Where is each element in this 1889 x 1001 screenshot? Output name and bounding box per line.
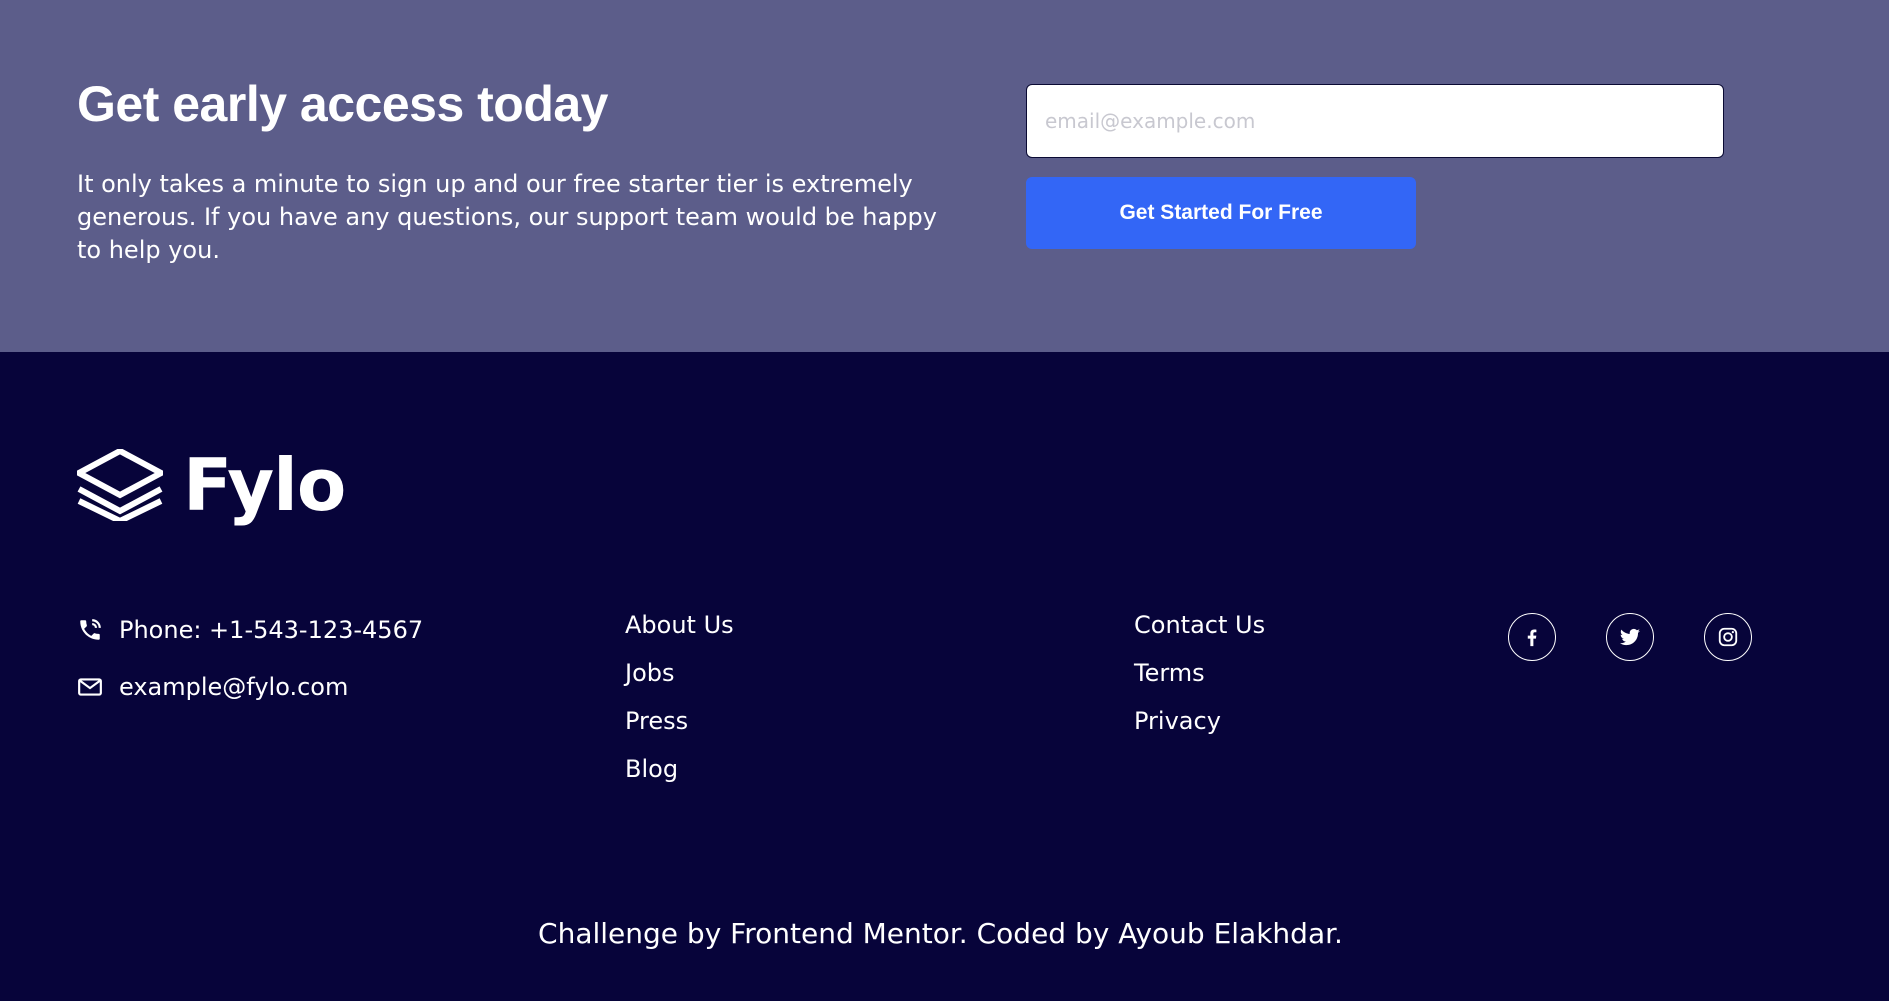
attribution-credit: Challenge by Frontend Mentor. Coded by A… [538, 917, 1343, 950]
email-link[interactable]: example@fylo.com [119, 672, 348, 702]
footer-link-terms[interactable]: Terms [1134, 658, 1205, 688]
contact-phone: Phone: +1-543-123-4567 [77, 615, 423, 645]
twitter-icon [1620, 628, 1640, 646]
fylo-logo[interactable]: Fylo [77, 443, 346, 527]
phone-text: Phone: +1-543-123-4567 [119, 616, 424, 644]
email-input[interactable] [1026, 84, 1724, 158]
cta-title: Get early access today [77, 76, 609, 132]
twitter-button[interactable] [1606, 613, 1654, 661]
instagram-icon [1718, 627, 1738, 647]
facebook-button[interactable] [1508, 613, 1556, 661]
footer-link-about-us[interactable]: About Us [625, 610, 734, 640]
footer-link-jobs[interactable]: Jobs [625, 658, 675, 688]
footer-link-contact-us[interactable]: Contact Us [1134, 610, 1265, 640]
logo-text: Fylo [183, 443, 346, 527]
facebook-icon [1527, 629, 1537, 647]
instagram-button[interactable] [1704, 613, 1752, 661]
footer-link-privacy[interactable]: Privacy [1134, 706, 1221, 736]
fylo-logo-icon [77, 449, 163, 521]
footer-link-blog[interactable]: Blog [625, 754, 678, 784]
footer-link-press[interactable]: Press [625, 706, 688, 736]
envelope-icon [77, 674, 103, 700]
contact-email: example@fylo.com [77, 672, 348, 702]
footer: Fylo Phone: +1-543-123-4567 example@fylo… [0, 352, 1889, 1001]
phone-icon [77, 617, 103, 643]
early-access-section: Get early access today It only takes a m… [0, 0, 1889, 352]
get-started-button[interactable]: Get Started For Free [1026, 177, 1416, 249]
cta-description: It only takes a minute to sign up and ou… [77, 170, 937, 264]
